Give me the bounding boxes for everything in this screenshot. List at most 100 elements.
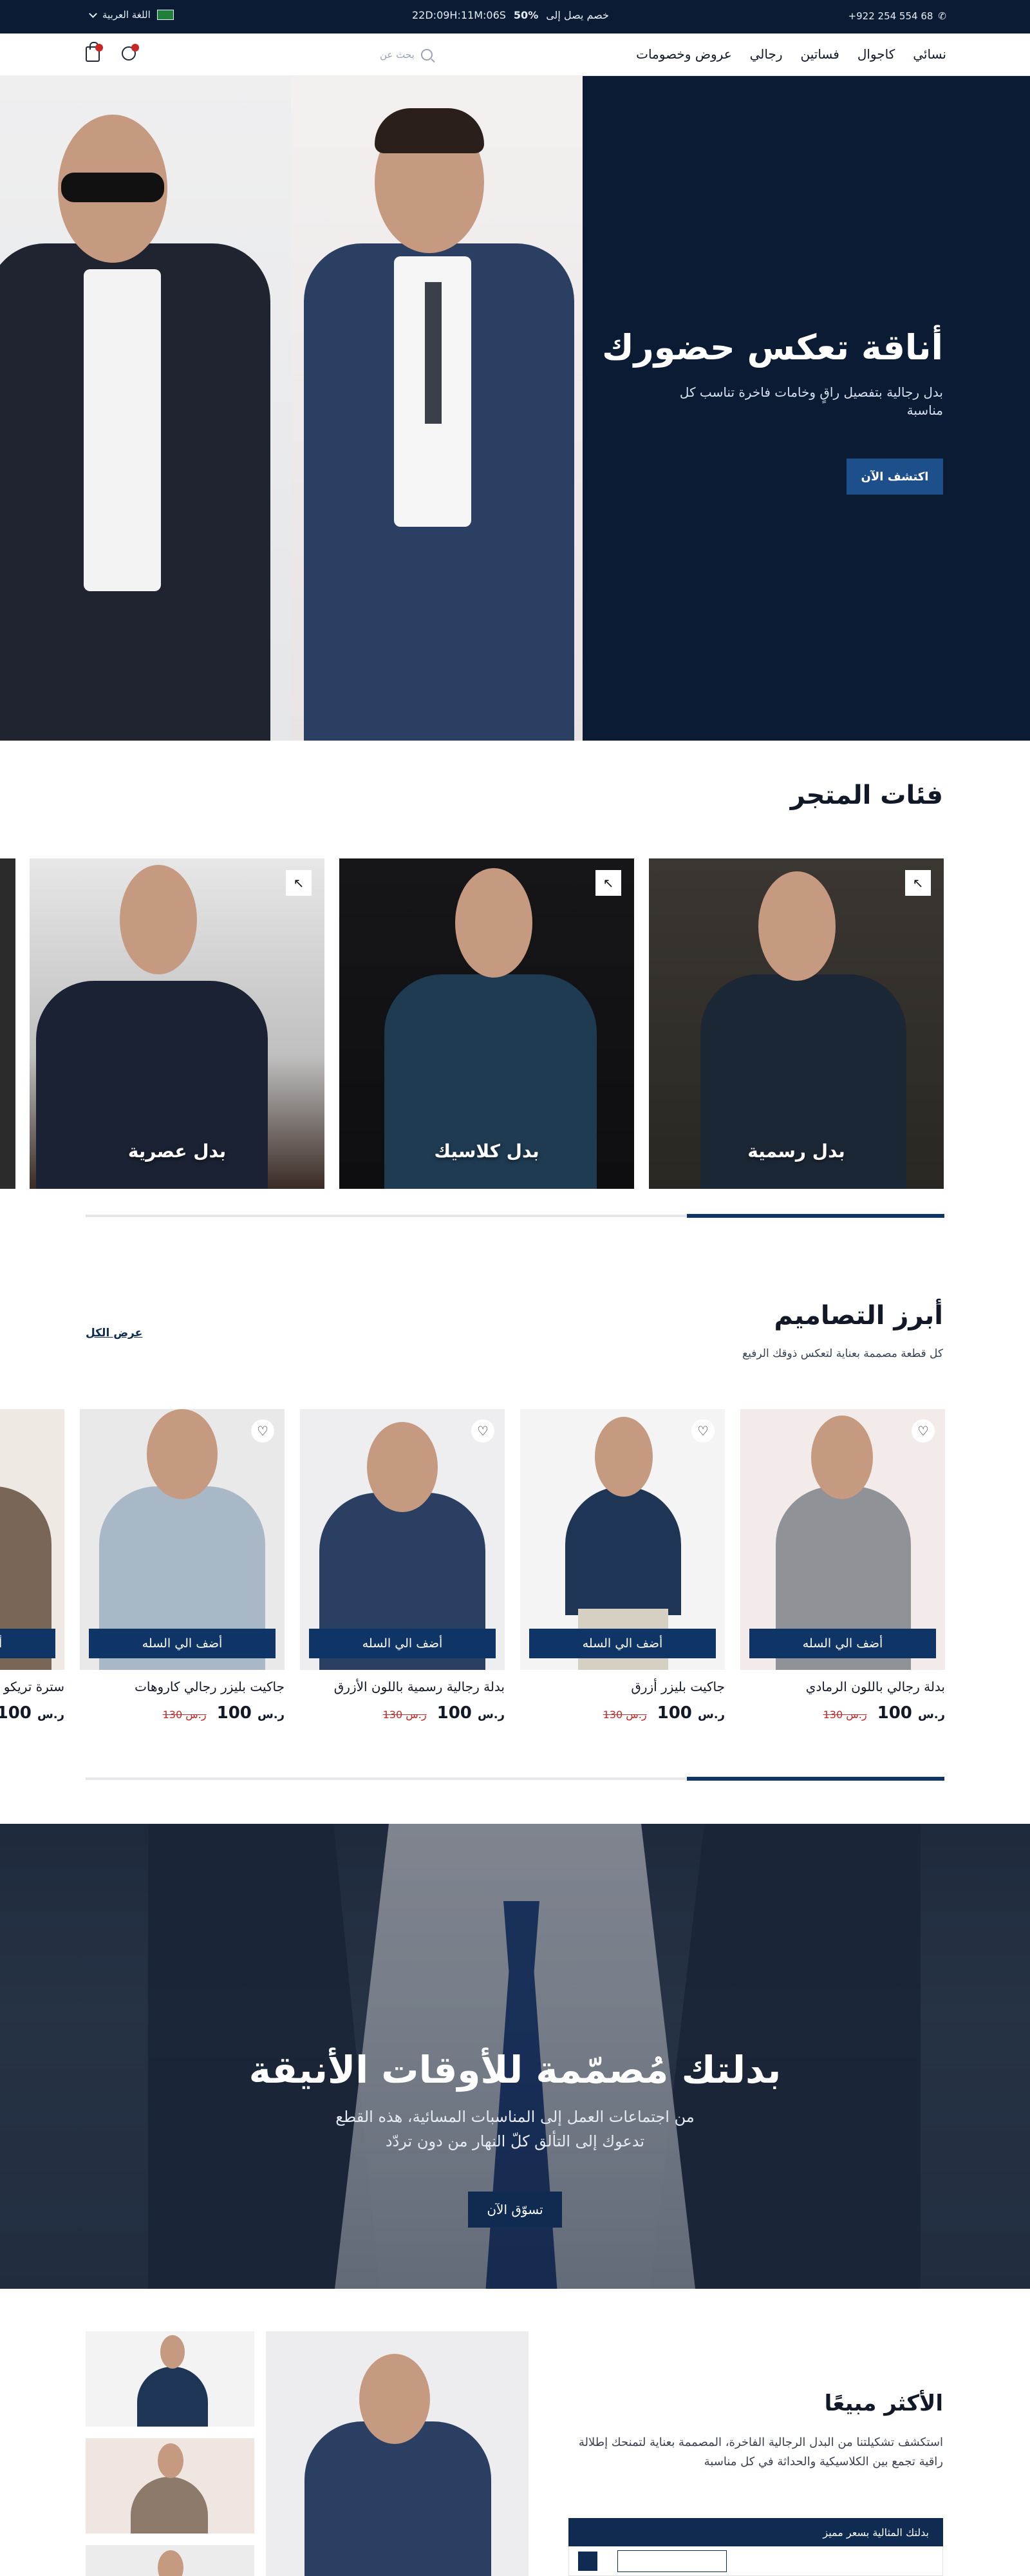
promo-value: 50% xyxy=(513,9,539,21)
product-card[interactable]: ♡ أضف الي السله بدلة رجالية رسمية باللون… xyxy=(300,1409,505,1723)
product-price: 130 ر.س 100 ر.س xyxy=(80,1703,285,1723)
top-bar: +922 254 554 68 ✆ خصم يصل إلى 50% 22D:09… xyxy=(0,0,1030,33)
best-sellers-title: الأكثر مبيعًا xyxy=(824,2391,943,2416)
best-sellers-description: استكشف تشكيلتنا من البدل الرجالية الفاخر… xyxy=(578,2436,943,2468)
hero-title: أناقة تعكس حضورك xyxy=(602,327,943,368)
search-icon xyxy=(420,49,433,61)
category-scroll-thumb[interactable] xyxy=(687,1214,944,1218)
old-price: 130 ر.س xyxy=(823,1709,867,1721)
nav-link-dresses[interactable]: فساتين xyxy=(801,46,839,62)
details-button[interactable] xyxy=(617,2550,727,2572)
chevron-down-icon xyxy=(89,9,97,18)
best-seller-strip: بدلتك المثالية بسعر مميز xyxy=(568,2518,943,2546)
current-price: 100 ر.س xyxy=(436,1703,505,1723)
nav-link-offers[interactable]: عروض وخصومات xyxy=(636,46,732,62)
current-price: 100 ر.س xyxy=(877,1703,945,1723)
product-card[interactable]: ♡ أضف الي السله جاكيت بليزر أزرق 130 ر.س… xyxy=(520,1409,725,1723)
nav-icons xyxy=(86,42,139,62)
old-price: 130 ر.س xyxy=(382,1709,427,1721)
wishlist-badge xyxy=(131,44,139,52)
add-to-cart-button[interactable]: أضف الي السله xyxy=(0,1629,55,1658)
heart-icon[interactable]: ♡ xyxy=(471,1419,494,1443)
featured-subtitle: كل قطعة مصممة بعناية لتعكس ذوقك الرفيع xyxy=(742,1347,943,1360)
flag-icon xyxy=(156,10,174,20)
nav-links: نسائي كاجوال فساتين رجالي عروض وخصومات xyxy=(636,46,946,62)
promo-countdown: 22D:09H:11M:06S xyxy=(412,9,506,21)
product-card[interactable]: ♡ أضف الي السله بدلة رجالي باللون الرماد… xyxy=(740,1409,945,1723)
nav-link-casual[interactable]: كاجوال xyxy=(857,46,895,62)
product-name[interactable]: سترة تريكو xyxy=(0,1679,64,1694)
product-name[interactable]: جاكيت بليزر أزرق xyxy=(520,1679,725,1694)
hero-model-left xyxy=(0,76,291,741)
product-thumbnail[interactable] xyxy=(86,2545,254,2576)
phone-contact[interactable]: +922 254 554 68 ✆ xyxy=(848,10,946,22)
arrow-icon: ↖ xyxy=(905,870,931,896)
category-card-classic[interactable]: ↖ بدل كلاسيك xyxy=(339,858,634,1189)
search-input[interactable]: بحث عن xyxy=(380,44,451,66)
view-all-link[interactable]: عرض الكل xyxy=(86,1327,142,1340)
products-scroll-thumb[interactable] xyxy=(687,1777,944,1781)
product-name[interactable]: بدلة رجالية رسمية باللون الأزرق xyxy=(300,1679,505,1694)
product-image[interactable]: ♡ أضف الي السله xyxy=(520,1409,725,1670)
current-price: 100 ر.س xyxy=(0,1703,64,1723)
language-selector[interactable]: اللغة العربية xyxy=(89,9,174,21)
product-image[interactable]: أضف الي السله xyxy=(0,1409,64,1670)
language-label: اللغة العربية xyxy=(102,9,151,21)
product-thumbnail[interactable] xyxy=(86,2331,254,2427)
current-price: 100 ر.س xyxy=(657,1703,725,1723)
arrow-icon: ↖ xyxy=(595,870,621,896)
category-label: بدل رسمية xyxy=(747,1141,845,1162)
phone-icon: ✆ xyxy=(938,10,946,22)
heart-icon[interactable]: ♡ xyxy=(251,1419,274,1443)
arrow-icon: ↖ xyxy=(286,870,312,896)
product-name[interactable]: بدلة رجالي باللون الرمادي xyxy=(740,1679,945,1694)
category-label: بدل عصرية xyxy=(127,1141,227,1162)
hero-model-right xyxy=(291,76,583,741)
add-to-cart-button[interactable]: أضف الي السله xyxy=(749,1629,936,1658)
product-card-partial[interactable]: أضف الي السله سترة تريكو 130 ر.س 100 ر.س xyxy=(0,1409,64,1731)
nav-link-men[interactable]: رجالي xyxy=(750,46,783,62)
phone-number: +922 254 554 68 xyxy=(848,10,933,22)
product-image[interactable]: ♡ أضف الي السله xyxy=(740,1409,945,1670)
promo-prefix: خصم يصل إلى xyxy=(546,9,609,21)
category-card-formal[interactable]: ↖ بدل رسمية xyxy=(649,858,944,1189)
category-label: بدل كلاسيك xyxy=(434,1141,539,1162)
cart-badge xyxy=(95,44,103,52)
add-to-cart-button[interactable]: أضف الي السله xyxy=(529,1629,716,1658)
product-card[interactable]: أضف الي السله سترة تريكو 130 ر.س 100 ر.س xyxy=(0,1409,64,1723)
product-image[interactable]: ♡ أضف الي السله xyxy=(80,1409,285,1670)
cart-icon[interactable] xyxy=(86,42,103,62)
banner-subtitle: من اجتماعات العمل إلى المناسبات المسائية… xyxy=(335,2108,695,2150)
nav-link-women[interactable]: نسائي xyxy=(913,46,946,62)
product-price: 130 ر.س 100 ر.س xyxy=(300,1703,505,1723)
product-name[interactable]: جاكيت بليزر رجالي كاروهات xyxy=(80,1679,285,1694)
categories-title: فئات المتجر xyxy=(790,781,943,810)
product-thumbnail[interactable] xyxy=(86,2438,254,2533)
old-price: 130 ر.س xyxy=(162,1709,207,1721)
current-price: 100 ر.س xyxy=(216,1703,285,1723)
hero-cta-button[interactable]: اكتشف الآن xyxy=(847,459,943,495)
product-card[interactable]: ♡ أضف الي السله جاكيت بليزر رجالي كاروها… xyxy=(80,1409,285,1723)
product-price: 130 ر.س 100 ر.س xyxy=(520,1703,725,1723)
best-seller-image[interactable] xyxy=(266,2331,529,2576)
promo-banner: خصم يصل إلى 50% 22D:09H:11M:06S xyxy=(412,9,609,21)
product-price: 130 ر.س 100 ر.س xyxy=(740,1703,945,1723)
add-to-cart-button[interactable]: أضف الي السله xyxy=(309,1629,496,1658)
cart-icon[interactable] xyxy=(578,2552,597,2571)
category-card-modern[interactable]: ↖ بدل عصرية xyxy=(30,858,324,1189)
banner-title: بدلتك مُصمّمة للأوقات الأنيقة xyxy=(248,2048,782,2092)
old-price: 130 ر.س xyxy=(603,1709,647,1721)
category-card-partial xyxy=(0,858,15,1189)
best-seller-row xyxy=(568,2546,943,2576)
search-placeholder: بحث عن xyxy=(380,49,415,61)
banner-cta-button[interactable]: تسوّق الآن xyxy=(468,2192,562,2228)
wishlist-icon[interactable] xyxy=(122,44,139,61)
featured-title: أبرز التصاميم xyxy=(774,1301,943,1331)
heart-icon[interactable]: ♡ xyxy=(691,1419,715,1443)
hero-image xyxy=(0,76,583,741)
product-image[interactable]: ♡ أضف الي السله xyxy=(300,1409,505,1670)
main-nav: نسائي كاجوال فساتين رجالي عروض وخصومات ب… xyxy=(0,33,1030,76)
heart-icon[interactable]: ♡ xyxy=(912,1419,935,1443)
add-to-cart-button[interactable]: أضف الي السله xyxy=(89,1629,276,1658)
product-price: 130 ر.س 100 ر.س xyxy=(0,1703,64,1723)
